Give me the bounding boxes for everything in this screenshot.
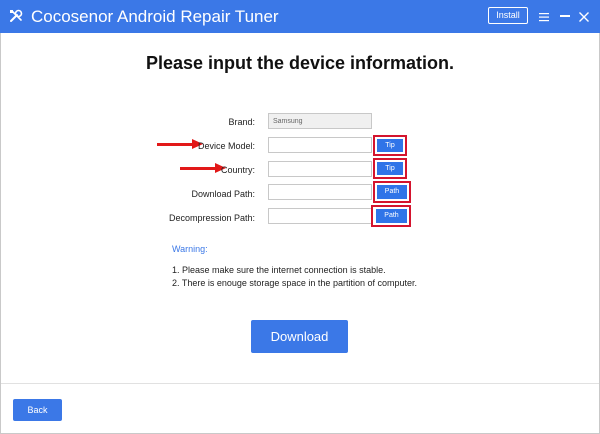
back-button[interactable]: Back	[13, 399, 62, 421]
page-title: Please input the device information.	[145, 53, 455, 73]
decompression-path-field[interactable]	[268, 208, 372, 224]
minimize-icon[interactable]	[560, 15, 570, 17]
warning-line: 1. Please make sure the internet connect…	[172, 265, 386, 275]
device-model-tip-button[interactable]: Tip	[377, 139, 403, 152]
download-button[interactable]: Download	[251, 320, 348, 353]
download-path-button[interactable]: Path	[377, 185, 407, 199]
menu-icon[interactable]	[538, 10, 550, 22]
brand-field	[268, 113, 372, 129]
footer-divider	[1, 383, 599, 384]
download-path-label: Download Path:	[191, 189, 255, 199]
country-label: Country:	[220, 165, 255, 175]
decompression-path-label: Decompression Path:	[168, 213, 255, 223]
install-button[interactable]: Install	[488, 7, 528, 24]
country-tip-button[interactable]: Tip	[377, 162, 403, 175]
download-path-field[interactable]	[268, 184, 372, 200]
warning-line: 2. There is enouge storage space in the …	[172, 278, 417, 288]
device-model-field[interactable]	[268, 137, 372, 153]
device-model-label: Device Model:	[197, 141, 255, 151]
decompression-path-button[interactable]: Path	[376, 209, 407, 223]
country-field[interactable]	[268, 161, 372, 177]
warning-title: Warning:	[172, 244, 208, 254]
brand-label: Brand:	[228, 117, 255, 127]
tools-icon	[7, 7, 25, 25]
title-bar: Cocosenor Android Repair Tuner Install	[0, 0, 600, 33]
app-title: Cocosenor Android Repair Tuner	[31, 7, 279, 26]
close-icon[interactable]	[578, 10, 590, 22]
window-frame	[0, 33, 600, 434]
